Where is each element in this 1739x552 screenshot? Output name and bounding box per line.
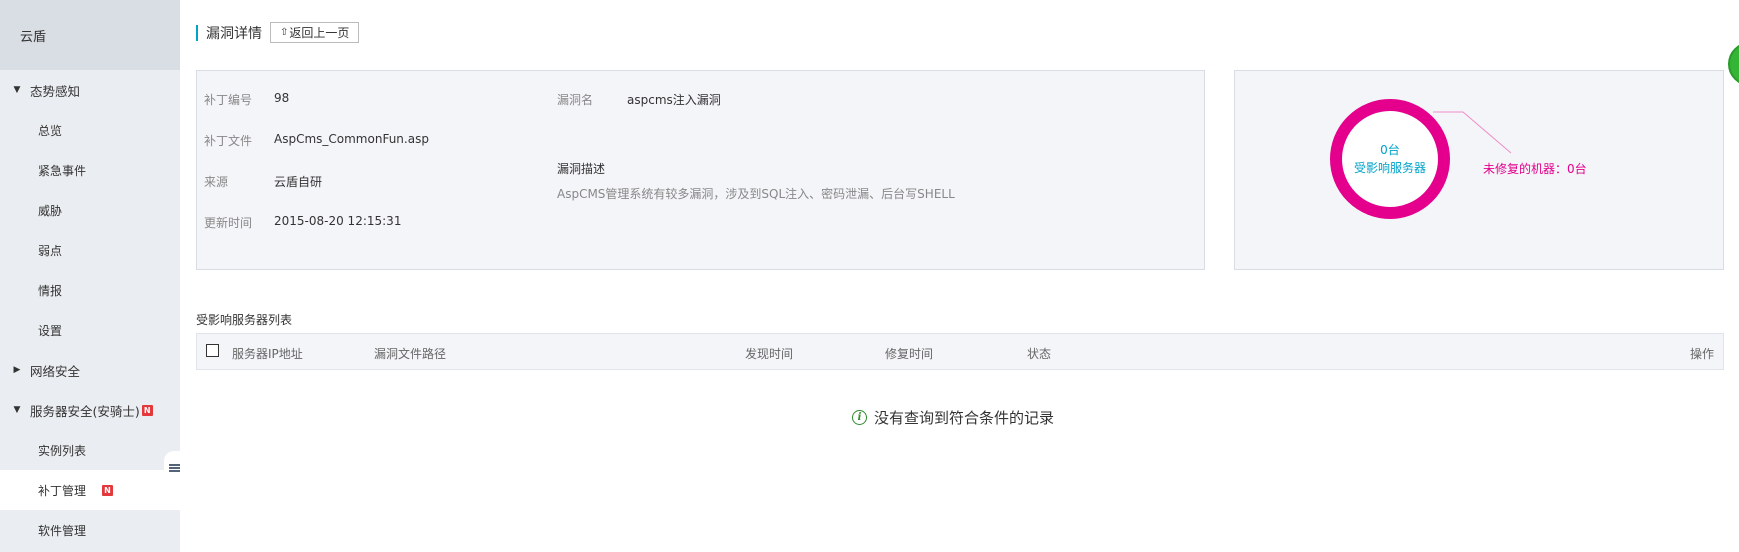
sidebar-item-intel[interactable]: 情报 <box>0 270 180 310</box>
patch-file-value: AspCms_CommonFun.asp <box>274 132 429 146</box>
select-all-checkbox[interactable] <box>206 344 219 357</box>
column-server-ip: 服务器IP地址 <box>232 347 303 361</box>
affected-label: 受影响服务器 <box>1353 161 1426 175</box>
patch-file-row: 补丁文件 AspCms_CommonFun.asp <box>204 132 429 149</box>
sidebar-item-overview[interactable]: 总览 <box>0 110 180 150</box>
column-found-time: 发现时间 <box>745 347 794 361</box>
column-fixed-time: 修复时间 <box>885 347 934 361</box>
page-title: 漏洞详情 <box>206 25 262 42</box>
sidebar-group-situation[interactable]: ▼ 态势感知 <box>0 70 180 110</box>
unfixed-machines-text: 未修复的机器：0台 <box>1483 162 1587 176</box>
affected-ring-chart: 0台 受影响服务器 <box>1330 99 1450 219</box>
caret-down-icon: ▼ <box>13 85 21 95</box>
sidebar: 云盾 ▼ 态势感知 总览 紧急事件 威胁 弱点 情报 设置 ▶ 网络安全 ▼ 服… <box>0 0 180 552</box>
updated-label: 更新时间 <box>204 216 253 230</box>
column-status: 状态 <box>1027 347 1052 361</box>
main-content: 漏洞详情 ⇧ 返回上一页 补丁编号 98 补丁文件 AspCms_CommonF… <box>180 0 1739 552</box>
sidebar-header: 云盾 <box>0 0 180 70</box>
updated-value: 2015-08-20 12:15:31 <box>274 214 402 228</box>
affected-count: 0台 <box>1380 143 1400 157</box>
new-badge: N <box>141 404 153 416</box>
caret-right-icon: ▶ <box>13 365 21 375</box>
source-label: 来源 <box>204 175 229 189</box>
vuln-name-value: aspcms注入漏洞 <box>627 93 721 107</box>
page-title-bar: 漏洞详情 ⇧ 返回上一页 <box>196 22 360 43</box>
vuln-desc-text: AspCMS管理系统有较多漏洞，涉及到SQL注入、密码泄漏、后台写SHELL <box>557 187 955 201</box>
sidebar-item-instances[interactable]: 实例列表 <box>0 430 180 470</box>
source-row: 来源 云盾自研 <box>204 173 322 190</box>
empty-state-text: 没有查询到符合条件的记录 <box>874 409 1055 427</box>
new-badge: N <box>102 484 114 496</box>
source-value: 云盾自研 <box>274 175 323 189</box>
sidebar-item-weakness[interactable]: 弱点 <box>0 230 180 270</box>
sidebar-item-label: 补丁管理 <box>38 483 87 498</box>
table-header: 服务器IP地址 漏洞文件路径 发现时间 修复时间 状态 操作 <box>196 333 1724 370</box>
sidebar-item-threat[interactable]: 威胁 <box>0 190 180 230</box>
caret-down-icon: ▼ <box>13 405 21 415</box>
column-actions: 操作 <box>1689 347 1714 361</box>
back-button-label: 返回上一页 <box>289 26 350 40</box>
vuln-name-label: 漏洞名 <box>557 93 594 107</box>
sidebar-group-network[interactable]: ▶ 网络安全 <box>0 350 180 390</box>
sidebar-item-patch-management[interactable]: 补丁管理 N <box>0 470 180 510</box>
affected-list-title: 受影响服务器列表 <box>196 313 293 327</box>
vuln-name-row: 漏洞名 aspcms注入漏洞 <box>557 91 721 108</box>
updated-row: 更新时间 2015-08-20 12:15:31 <box>204 214 401 231</box>
sidebar-group-label: 服务器安全(安骑士) <box>30 403 140 419</box>
back-button[interactable]: ⇧ 返回上一页 <box>270 22 360 43</box>
patch-number-value: 98 <box>274 91 290 105</box>
menu-icon <box>168 463 180 473</box>
sidebar-group-label: 网络安全 <box>30 363 81 379</box>
patch-file-label: 补丁文件 <box>204 134 253 148</box>
vuln-info-panel: 补丁编号 98 补丁文件 AspCms_CommonFun.asp 来源 云盾自… <box>196 70 1205 270</box>
info-icon: i <box>852 410 867 425</box>
title-accent-bar <box>196 24 198 41</box>
sidebar-item-software[interactable]: 软件管理 <box>0 510 180 550</box>
affected-stats-panel: 0台 受影响服务器 未修复的机器：0台 <box>1234 70 1724 270</box>
patch-number-label: 补丁编号 <box>204 93 253 107</box>
column-file-path: 漏洞文件路径 <box>374 347 447 361</box>
sidebar-group-server-security[interactable]: ▼ 服务器安全(安骑士) N <box>0 390 180 430</box>
vuln-desc-label: 漏洞描述 <box>557 162 606 176</box>
sidebar-item-settings[interactable]: 设置 <box>0 310 180 350</box>
sidebar-item-emergency[interactable]: 紧急事件 <box>0 150 180 190</box>
arrow-up-icon: ⇧ <box>280 27 289 38</box>
sidebar-group-label: 态势感知 <box>30 83 81 99</box>
empty-state: i 没有查询到符合条件的记录 <box>852 407 1054 428</box>
patch-number-row: 补丁编号 98 <box>204 91 289 108</box>
